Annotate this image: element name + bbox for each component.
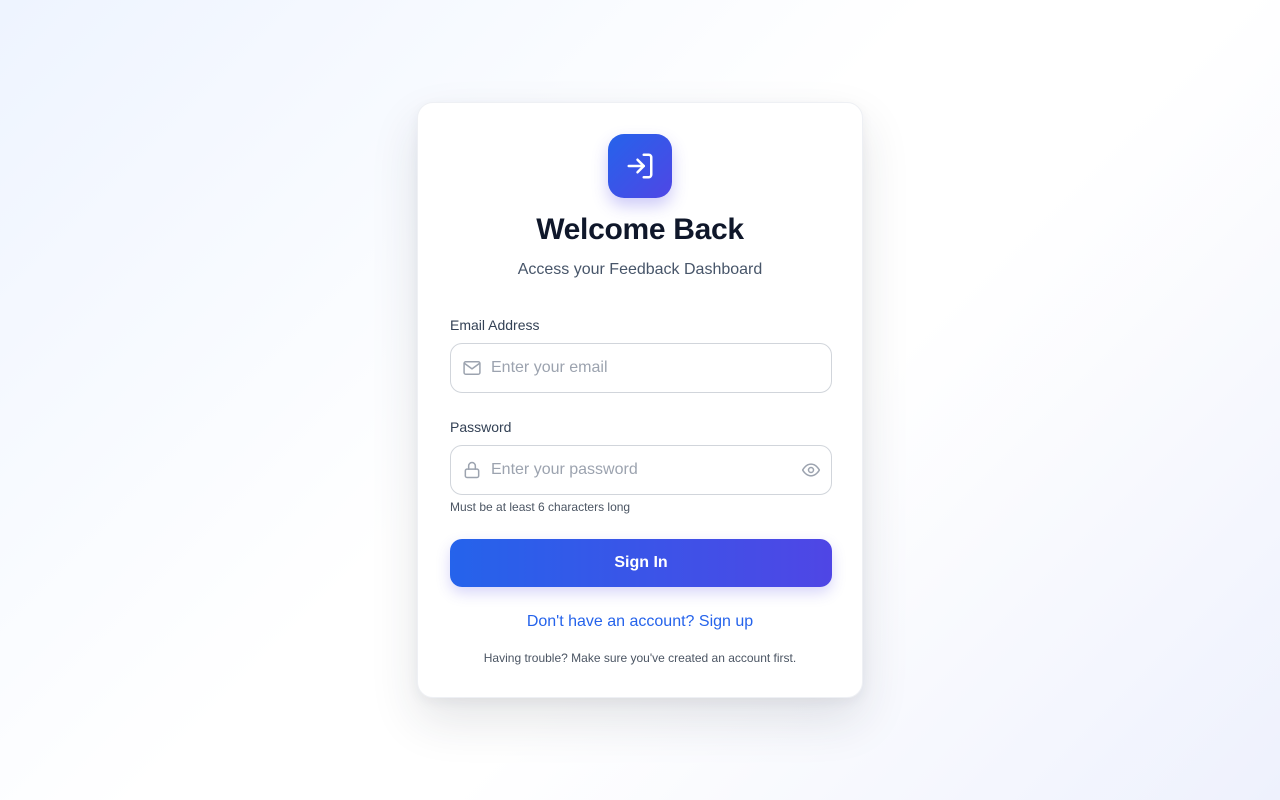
help-text: Having trouble? Make sure you've created… [483, 651, 797, 665]
email-input[interactable] [491, 344, 791, 392]
login-card: Welcome Back Access your Feedback Dashbo… [417, 102, 863, 698]
password-hint: Must be at least 6 characters long [450, 500, 631, 514]
page-title: Welcome Back [536, 213, 744, 246]
email-label: Email Address [450, 317, 540, 333]
sign-in-button[interactable]: Sign In [450, 539, 832, 587]
lock-icon [462, 460, 482, 480]
page-subtitle: Access your Feedback Dashboard [517, 261, 763, 278]
login-arrow-icon [608, 134, 672, 198]
sign-up-link[interactable]: Don't have an account? Sign up [418, 613, 862, 631]
password-field-wrapper [450, 445, 832, 495]
mail-icon [462, 358, 482, 378]
password-label: Password [450, 419, 512, 435]
email-field-wrapper [450, 343, 832, 393]
eye-icon[interactable] [801, 460, 821, 480]
password-input[interactable] [491, 446, 791, 494]
